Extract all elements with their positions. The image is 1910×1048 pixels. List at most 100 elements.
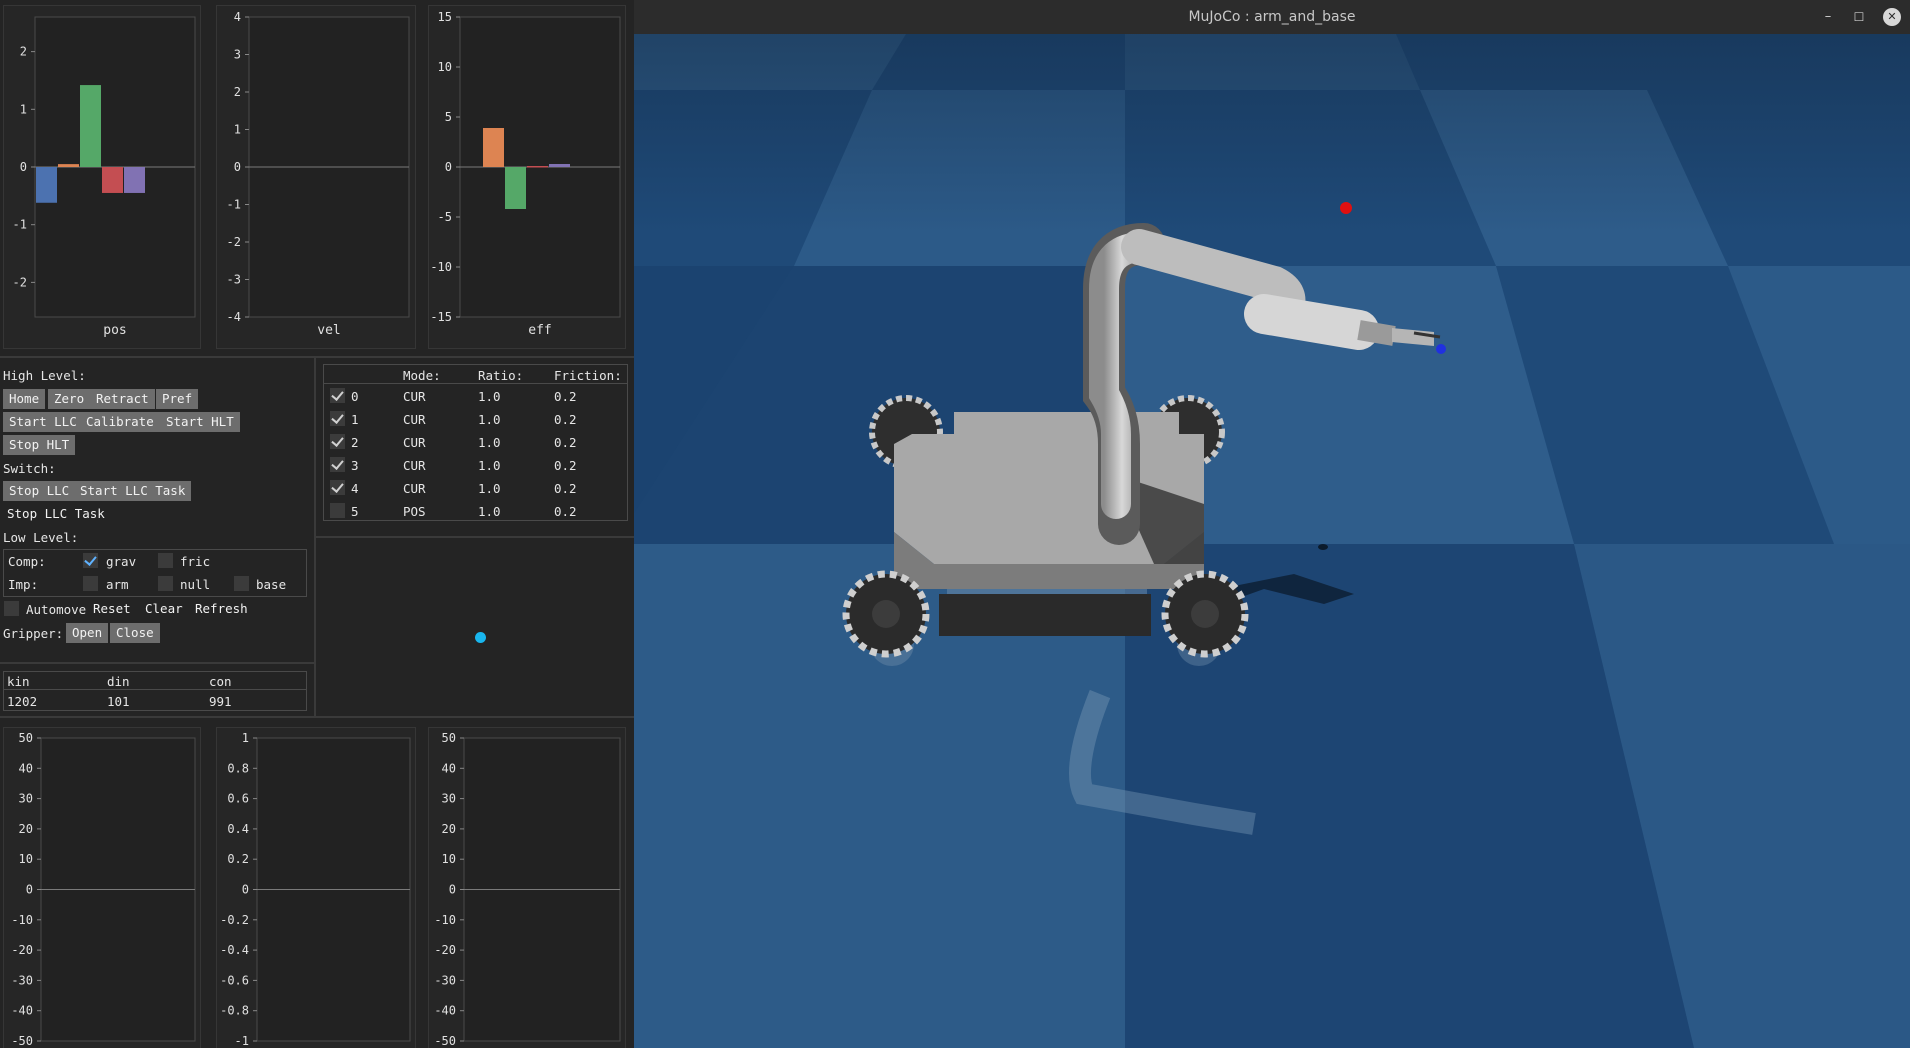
y-tick-label: 30	[19, 792, 33, 806]
y-tick-label: -20	[11, 943, 33, 957]
y-tick-label: 0.6	[227, 792, 249, 806]
y-tick-label: 0	[26, 883, 33, 897]
joint-id: 0	[351, 389, 359, 404]
window-title: MuJoCo : arm_and_base	[1188, 9, 1356, 25]
y-tick-label: -40	[11, 1004, 33, 1018]
automove-label: Automove	[26, 602, 87, 617]
start-llc-button[interactable]: Start LLC	[3, 412, 83, 432]
zero-button[interactable]: Zero	[48, 389, 91, 409]
y-tick-label: 50	[442, 731, 456, 745]
arm-checkbox[interactable]	[83, 576, 98, 591]
stop-llc-task-button[interactable]: Stop LLC Task	[1, 504, 111, 524]
stats-divider	[4, 689, 306, 690]
joint-enable-checkbox[interactable]	[330, 388, 345, 403]
y-tick-label: 0.8	[227, 761, 249, 775]
joint-friction: 0.2	[554, 481, 577, 496]
bar	[505, 167, 526, 209]
home-button[interactable]: Home	[3, 389, 46, 409]
minimize-icon[interactable]: –	[1819, 8, 1837, 26]
target-shadow	[1318, 544, 1328, 550]
floor-fog	[634, 34, 1910, 234]
joint-header-friction: Friction:	[554, 368, 622, 383]
null-checkbox[interactable]	[158, 576, 173, 591]
x-axis-label: pos	[103, 323, 126, 338]
joint-mode[interactable]: CUR	[403, 481, 426, 496]
bar	[80, 85, 101, 167]
y-tick-label: -30	[434, 973, 456, 987]
joint-ratio: 1.0	[478, 435, 501, 450]
stats-header-con: con	[209, 674, 232, 689]
close-icon[interactable]: ✕	[1883, 8, 1901, 26]
bar	[102, 167, 123, 193]
reset-button[interactable]: Reset	[87, 599, 137, 619]
y-tick-label: 0	[445, 160, 452, 174]
joint-mode[interactable]: CUR	[403, 458, 426, 473]
bar	[483, 128, 504, 167]
calibrate-button[interactable]: Calibrate	[80, 412, 160, 432]
simulation-viewport[interactable]	[634, 34, 1910, 1048]
y-tick-label: 1	[20, 102, 27, 116]
joint-ratio: 1.0	[478, 389, 501, 404]
y-tick-label: -50	[11, 1034, 33, 1048]
control-panel: 2 1 0 -1 -2 pos 4 3 2 1 0 -1 -2 -3 -4 vel 15 10 5 0 -5 -10-…	[0, 0, 634, 1048]
y-tick-label: 0	[234, 160, 241, 174]
joint-mode[interactable]: CUR	[403, 412, 426, 427]
grav-checkbox[interactable]	[83, 553, 98, 568]
fric-checkbox[interactable]	[158, 553, 173, 568]
stop-hlt-button[interactable]: Stop HLT	[3, 435, 76, 455]
joint-mode[interactable]: CUR	[403, 389, 426, 404]
joint-table-divider	[324, 383, 627, 384]
joint-enable-checkbox[interactable]	[330, 480, 345, 495]
y-tick-label: 30	[442, 792, 456, 806]
joint-enable-checkbox[interactable]	[330, 457, 345, 472]
y-tick-label: -40	[434, 1004, 456, 1018]
joint-enable-checkbox[interactable]	[330, 434, 345, 449]
window-titlebar[interactable]: MuJoCo : arm_and_base – ☐ ✕	[634, 0, 1910, 34]
front-left-hub	[872, 600, 900, 628]
pref-button[interactable]: Pref	[156, 389, 199, 409]
joint-mode[interactable]: POS	[403, 504, 426, 519]
start-llc-task-button[interactable]: Start LLC Task	[74, 481, 192, 501]
target-marker-panel	[316, 538, 634, 716]
stats-value-con: 991	[209, 694, 232, 709]
y-tick-label: 1	[234, 123, 241, 137]
y-tick-label: -1	[227, 198, 241, 212]
y-tick-label: -4	[227, 310, 241, 324]
gripper-open-button[interactable]: Open	[66, 623, 109, 643]
clear-button[interactable]: Clear	[139, 599, 189, 619]
chart-bottom-right-svg: 50 40 30 20 10 0 -10 -20 -30 -40 -50	[434, 731, 621, 1048]
y-tick-label: 0.4	[227, 822, 249, 836]
y-tick-label: -10	[11, 913, 33, 927]
start-hlt-button[interactable]: Start HLT	[160, 412, 240, 432]
target-marker[interactable]	[475, 632, 486, 643]
joint-mode[interactable]: CUR	[403, 435, 426, 450]
joint-header-mode: Mode:	[403, 368, 441, 383]
y-tick-label: 0	[242, 883, 249, 897]
low-level-label: Low Level:	[3, 530, 79, 545]
base-label: base	[256, 577, 287, 592]
y-tick-label: -0.2	[220, 913, 249, 927]
automove-checkbox[interactable]	[4, 601, 19, 616]
retract-button[interactable]: Retract	[90, 389, 155, 409]
joint-friction: 0.2	[554, 389, 577, 404]
arm-forearm	[1244, 294, 1379, 350]
joint-enable-checkbox[interactable]	[330, 411, 345, 426]
refresh-button[interactable]: Refresh	[189, 599, 254, 619]
y-tick-label: -20	[434, 943, 456, 957]
y-tick-label: 0	[20, 160, 27, 174]
joint-enable-checkbox[interactable]	[330, 503, 345, 518]
stop-llc-button[interactable]: Stop LLC	[3, 481, 76, 501]
joint-ratio: 1.0	[478, 504, 501, 519]
gripper-close-button[interactable]: Close	[110, 623, 160, 643]
bar	[124, 167, 145, 193]
y-tick-label: -10	[434, 913, 456, 927]
base-checkbox[interactable]	[234, 576, 249, 591]
y-tick-label: -1	[235, 1034, 249, 1048]
y-tick-label: 10	[19, 852, 33, 866]
fric-label: fric	[180, 554, 211, 569]
x-axis-label: eff	[528, 323, 551, 338]
joint-friction: 0.2	[554, 504, 577, 519]
chart-bottom-left: 50 40 30 20 10 0 -10 -20 -30 -40 -50	[3, 727, 201, 1048]
chart-pos-svg: 2 1 0 -1 -2 pos	[13, 16, 196, 338]
maximize-icon[interactable]: ☐	[1850, 8, 1868, 26]
